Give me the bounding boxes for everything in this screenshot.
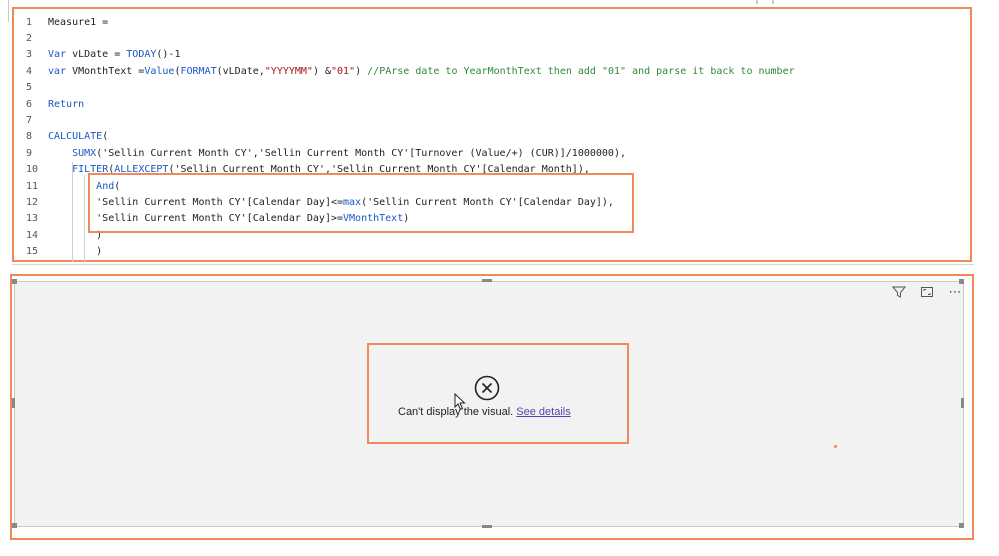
resize-handle-bottom-left[interactable]: [12, 523, 17, 528]
code-line[interactable]: 9 SUMX('Sellin Current Month CY','Sellin…: [26, 146, 626, 162]
line-number: 14: [26, 230, 39, 241]
code-line[interactable]: 8 CALCULATE(: [26, 129, 108, 145]
resize-handle-top-left[interactable]: [12, 279, 17, 284]
resize-handle-right[interactable]: [961, 398, 964, 408]
see-details-link[interactable]: See details: [516, 406, 570, 418]
code-line[interactable]: 7: [26, 113, 48, 129]
line-number: 11: [26, 181, 39, 192]
line-number: 6: [26, 99, 33, 110]
code-text[interactable]: Return: [48, 99, 84, 110]
code-text[interactable]: Var vLDate = TODAY()-1: [48, 49, 180, 60]
code-line[interactable]: 1 Measure1 =: [26, 15, 108, 31]
focus-mode-icon[interactable]: [919, 284, 935, 300]
line-number: 4: [26, 66, 33, 77]
line-number: 8: [26, 131, 33, 142]
error-circle-icon: [474, 375, 500, 401]
line-number: 2: [26, 33, 33, 44]
line-number: 5: [26, 82, 33, 93]
code-line[interactable]: 15 ): [26, 244, 102, 260]
window-corner: [0, 0, 9, 22]
line-number: 1: [26, 17, 33, 28]
code-line[interactable]: 5: [26, 80, 48, 96]
line-number: 3: [26, 49, 33, 60]
resize-handle-top[interactable]: [482, 279, 492, 282]
line-number: 15: [26, 246, 39, 257]
code-line[interactable]: 3 Var vLDate = TODAY()-1: [26, 47, 180, 63]
resize-handle-bottom-right[interactable]: [959, 523, 964, 528]
code-text[interactable]: ): [48, 246, 102, 257]
line-number: 13: [26, 213, 39, 224]
line-number: 7: [26, 115, 33, 126]
filter-icon[interactable]: [891, 284, 907, 300]
resize-handle-bottom[interactable]: [482, 525, 492, 528]
code-text[interactable]: var VMonthText =Value(FORMAT(vLDate,"YYY…: [48, 66, 795, 77]
code-line[interactable]: 6 Return: [26, 97, 84, 113]
error-message: Can't display the visual. See details: [398, 406, 571, 418]
pane-divider[interactable]: [12, 262, 974, 274]
mouse-cursor-icon: [454, 393, 466, 411]
more-options-icon[interactable]: ⋯: [947, 284, 963, 300]
visual-header-toolbar: ⋯: [891, 284, 963, 300]
annotation-highlight-and-clause: [88, 173, 634, 233]
line-number: 10: [26, 164, 39, 175]
resize-handle-left[interactable]: [12, 398, 15, 408]
scroll-indicator: [756, 0, 774, 4]
code-line[interactable]: 4 var VMonthText =Value(FORMAT(vLDate,"YY…: [26, 64, 795, 80]
indent-guide: [84, 175, 85, 262]
line-number: 12: [26, 197, 39, 208]
indent-guide: [72, 162, 73, 262]
code-line[interactable]: 2: [26, 31, 48, 47]
code-text[interactable]: SUMX('Sellin Current Month CY','Sellin C…: [48, 148, 626, 159]
line-number: 9: [26, 148, 33, 159]
code-text[interactable]: CALCULATE(: [48, 131, 108, 142]
selection-dot: [834, 445, 837, 448]
code-text[interactable]: Measure1 =: [48, 17, 108, 28]
